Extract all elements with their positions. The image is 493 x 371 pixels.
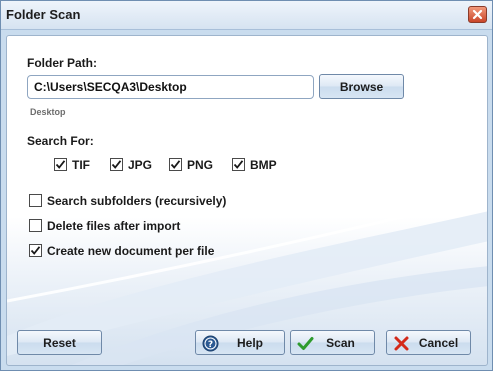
tif-label: TIF: [72, 158, 90, 172]
checkmark-icon: [233, 160, 244, 169]
cancel-button-label: Cancel: [418, 335, 459, 350]
search-subfolders-checkbox[interactable]: [29, 194, 42, 207]
jpg-checkbox[interactable]: [110, 158, 123, 171]
folder-scan-window: Folder Scan Folder Path: C:\Users\SECQA3…: [0, 0, 493, 371]
svg-text:?: ?: [208, 340, 213, 350]
bmp-checkbox[interactable]: [232, 158, 245, 171]
cancel-button[interactable]: Cancel: [386, 330, 471, 355]
help-button-label: Help: [236, 335, 263, 350]
close-button[interactable]: [468, 6, 487, 23]
dialog-body: Folder Path: C:\Users\SECQA3\Desktop Bro…: [6, 35, 488, 366]
bmp-label: BMP: [250, 158, 277, 172]
png-label: PNG: [187, 158, 214, 172]
selected-folder-hint: Desktop: [30, 107, 66, 117]
new-document-per-file-label: Create new document per file: [47, 244, 215, 258]
checkmark-icon: [30, 246, 41, 255]
window-title: Folder Scan: [6, 7, 81, 22]
checkmark-icon: [111, 160, 122, 169]
jpg-label: JPG: [128, 158, 153, 172]
title-bar[interactable]: Folder Scan: [1, 1, 492, 30]
scan-button-label: Scan: [326, 335, 355, 350]
search-subfolders-label: Search subfolders (recursively): [47, 194, 227, 208]
folder-path-label: Folder Path:: [27, 56, 98, 70]
checkmark-icon: [170, 160, 181, 169]
help-icon: ?: [202, 335, 219, 352]
folder-path-field[interactable]: C:\Users\SECQA3\Desktop: [27, 75, 314, 99]
delete-files-label: Delete files after import: [47, 219, 181, 233]
png-checkbox[interactable]: [169, 158, 182, 171]
delete-files-checkbox[interactable]: [29, 219, 42, 232]
checkmark-icon: [55, 160, 66, 169]
reset-button[interactable]: Reset: [17, 330, 102, 355]
tif-checkbox[interactable]: [54, 158, 67, 171]
scan-button[interactable]: Scan: [290, 330, 375, 355]
search-for-label: Search For:: [27, 134, 94, 148]
close-icon: [472, 9, 483, 20]
checkmark-icon: [297, 337, 314, 350]
cross-icon: [394, 336, 409, 351]
help-button[interactable]: ? Help: [195, 330, 285, 355]
browse-button[interactable]: Browse: [319, 74, 404, 99]
new-document-per-file-checkbox[interactable]: [29, 244, 42, 257]
browse-button-label: Browse: [339, 79, 384, 94]
reset-button-label: Reset: [43, 335, 76, 350]
